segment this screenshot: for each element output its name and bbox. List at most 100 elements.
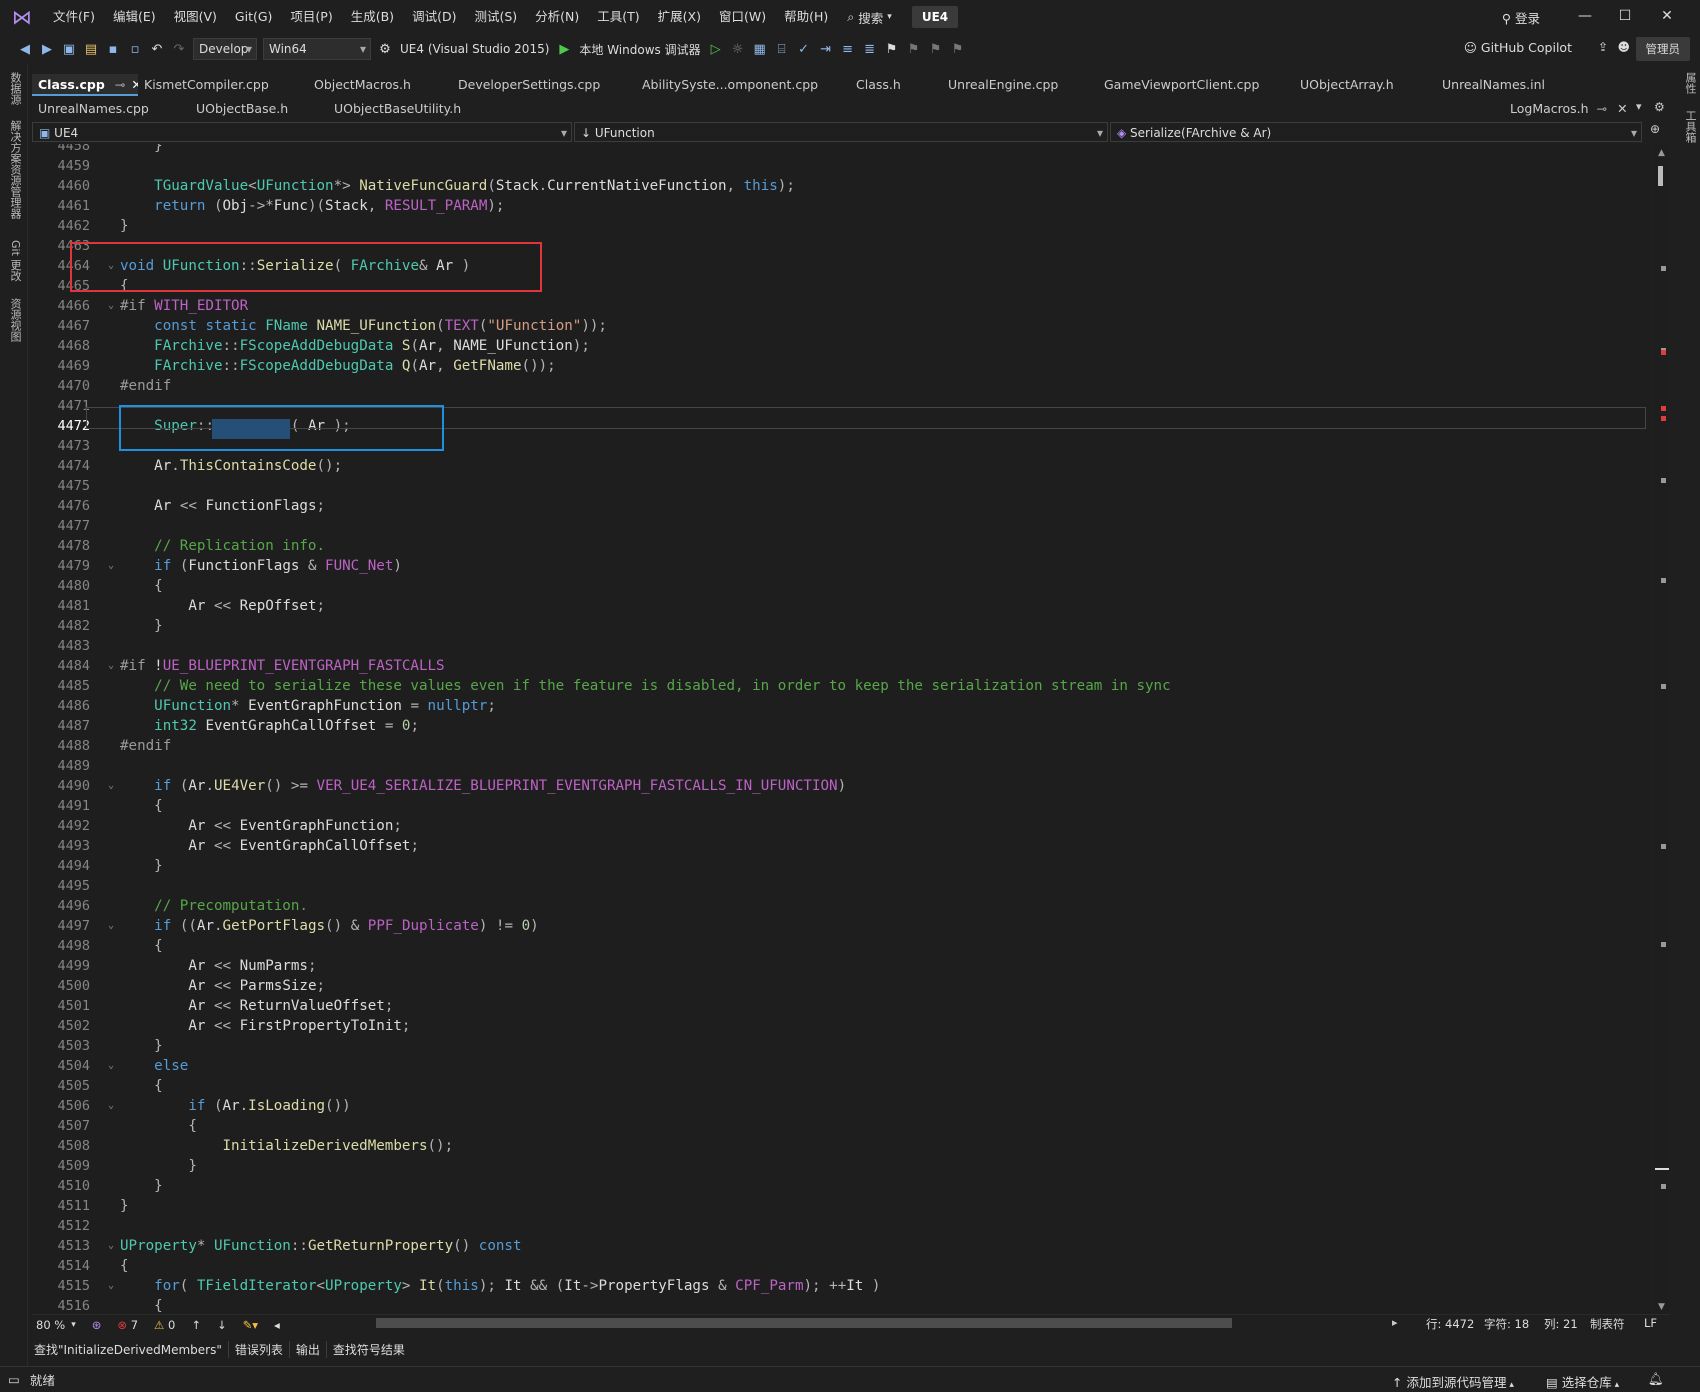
code-line[interactable]: 4482 } bbox=[32, 616, 1642, 636]
code-line[interactable]: 4488 #endif bbox=[32, 736, 1642, 756]
solution-name-badge[interactable]: UE4 bbox=[911, 6, 959, 28]
solution-explorer-icon[interactable]: ▦ bbox=[750, 42, 770, 57]
code-editor[interactable]: 4458 } 4459 4460 TGuardValue<UFunction*> N… bbox=[32, 144, 1650, 1314]
menu-item[interactable]: 视图(V) bbox=[165, 0, 226, 34]
side-tab-data-sources[interactable]: 数据源 bbox=[7, 72, 23, 105]
tab-unrealengine-cpp[interactable]: UnrealEngine.cpp bbox=[942, 74, 1098, 96]
find-icon[interactable]: ⌸ bbox=[772, 42, 792, 57]
tab-class-h[interactable]: Class.h bbox=[850, 74, 942, 96]
scroll-up-icon[interactable]: ▲ bbox=[1658, 148, 1665, 158]
menu-item[interactable]: 测试(S) bbox=[465, 0, 526, 34]
code-line[interactable]: 4468 FArchive::FScopeAddDebugData S(Ar, … bbox=[32, 336, 1642, 356]
configuration-dropdown[interactable]: Develop bbox=[193, 38, 257, 60]
scroll-right-icon[interactable]: ▸ bbox=[1392, 1316, 1398, 1329]
tab-objectmacros-h[interactable]: ObjectMacros.h bbox=[308, 74, 452, 96]
warning-count[interactable]: ⚠ 0 bbox=[154, 1318, 175, 1332]
clear-bookmarks-icon[interactable]: ⚑ bbox=[948, 42, 968, 57]
project-dropdown[interactable]: ▣ UE4 bbox=[32, 122, 572, 143]
zoom-chevron-icon[interactable]: ▾ bbox=[71, 1320, 76, 1330]
code-line[interactable]: 4476 Ar << FunctionFlags; bbox=[32, 496, 1642, 516]
code-line[interactable]: 4480 { bbox=[32, 576, 1642, 596]
code-line[interactable]: 4478 // Replication info. bbox=[32, 536, 1642, 556]
code-line[interactable]: 4460 TGuardValue<UFunction*> NativeFuncG… bbox=[32, 176, 1642, 196]
fold-chevron-icon[interactable]: ⌄ bbox=[108, 656, 114, 676]
bookmark-icon[interactable]: ⚑ bbox=[882, 42, 902, 57]
code-line[interactable]: 4490 ⌄ if (Ar.UE4Ver() >= VER_UE4_SERIALI… bbox=[32, 776, 1642, 796]
code-line[interactable]: 4514 { bbox=[32, 1256, 1642, 1276]
menu-item[interactable]: 编辑(E) bbox=[104, 0, 165, 34]
spellcheck-icon[interactable]: ✓ bbox=[794, 42, 814, 57]
code-line[interactable]: 4513 ⌄ UProperty* UFunction::GetReturnProp… bbox=[32, 1236, 1642, 1256]
menu-item[interactable]: 调试(D) bbox=[403, 0, 465, 34]
scroll-down-icon[interactable]: ▼ bbox=[1658, 1302, 1665, 1312]
next-bookmark-icon[interactable]: ⚑ bbox=[926, 42, 946, 57]
fold-chevron-icon[interactable]: ⌄ bbox=[108, 776, 114, 796]
new-project-icon[interactable]: ▣ bbox=[59, 42, 79, 57]
health-icon[interactable]: ⊛ bbox=[92, 1318, 102, 1332]
tab-find-symbol-results[interactable]: 查找符号结果 bbox=[327, 1341, 411, 1358]
menu-item[interactable]: 文件(F) bbox=[44, 0, 104, 34]
tab-output[interactable]: 输出 bbox=[290, 1340, 327, 1358]
code-line[interactable]: 4499 Ar << NumParms; bbox=[32, 956, 1642, 976]
code-line[interactable]: 4494 } bbox=[32, 856, 1642, 876]
code-line[interactable]: 4459 bbox=[32, 156, 1642, 176]
pin-icon[interactable]: ⊸ bbox=[115, 77, 125, 92]
fold-chevron-icon[interactable]: ⌄ bbox=[108, 1276, 114, 1296]
tab-gameviewportclient-cpp[interactable]: GameViewportClient.cpp bbox=[1098, 74, 1294, 96]
search-box[interactable]: ⌕ 搜索 ▾ bbox=[837, 8, 902, 27]
code-line[interactable]: 4506 ⌄ if (Ar.IsLoading()) bbox=[32, 1096, 1642, 1116]
comment-icon[interactable]: ≡ bbox=[838, 42, 858, 57]
code-line[interactable]: 4483 bbox=[32, 636, 1642, 656]
scope-dropdown[interactable]: ↓ UFunction bbox=[574, 122, 1108, 143]
code-line[interactable]: 4503 } bbox=[32, 1036, 1642, 1056]
tab-unrealnames-cpp[interactable]: UnrealNames.cpp bbox=[32, 98, 190, 120]
code-line[interactable]: 4470 #endif bbox=[32, 376, 1642, 396]
fold-chevron-icon[interactable]: ⌄ bbox=[108, 1096, 114, 1116]
start-debugger-button[interactable]: 本地 Windows 调试器 bbox=[579, 41, 700, 58]
code-line[interactable]: 4491 { bbox=[32, 796, 1642, 816]
tab-uobjectarray-h[interactable]: UObjectArray.h bbox=[1294, 74, 1436, 96]
github-copilot-button[interactable]: ☺ GitHub Copilot bbox=[1464, 40, 1572, 55]
code-line[interactable]: 4466 ⌄ #if WITH_EDITOR bbox=[32, 296, 1642, 316]
error-count[interactable]: ⊗ 7 bbox=[117, 1318, 138, 1332]
code-line[interactable]: 4484 ⌄ #if !UE_BLUEPRINT_EVENTGRAPH_FASTCA… bbox=[32, 656, 1642, 676]
line-number-status[interactable]: 行: 4472 bbox=[1426, 1316, 1474, 1332]
tab-developersettings-cpp[interactable]: DeveloperSettings.cpp bbox=[452, 74, 636, 96]
settings-icon[interactable]: ⚙ bbox=[1654, 100, 1665, 114]
fold-chevron-icon[interactable]: ⌄ bbox=[108, 916, 114, 936]
pin-icon[interactable]: ⊸ bbox=[1597, 101, 1607, 116]
prev-bookmark-icon[interactable]: ⚑ bbox=[904, 42, 924, 57]
side-tab-resource-view[interactable]: 资源视图 bbox=[7, 298, 23, 342]
tab-find-results[interactable]: 查找"InitializeDerivedMembers" bbox=[28, 1340, 229, 1358]
code-line[interactable]: 4485 // We need to serialize these value… bbox=[32, 676, 1642, 696]
save-icon[interactable]: ▪ bbox=[103, 42, 123, 57]
code-line[interactable]: 4504 ⌄ else bbox=[32, 1056, 1642, 1076]
output-icon[interactable]: ▭ bbox=[8, 1372, 20, 1387]
back-icon[interactable]: ◀ bbox=[15, 42, 35, 57]
menu-item[interactable]: Git(G) bbox=[226, 0, 282, 34]
member-dropdown[interactable]: ◈ Serialize(FArchive & Ar) bbox=[1110, 122, 1642, 143]
tab-logmacros-h[interactable]: LogMacros.h ⊸ ✕ bbox=[1510, 98, 1628, 120]
char-number-status[interactable]: 字符: 18 bbox=[1484, 1316, 1529, 1332]
code-line[interactable]: 4509 } bbox=[32, 1156, 1642, 1176]
side-tab-solution-explorer[interactable]: 解决方案资源管理器 bbox=[7, 120, 23, 219]
code-line[interactable]: 4462} bbox=[32, 216, 1642, 236]
code-line[interactable]: 4489 bbox=[32, 756, 1642, 776]
code-line[interactable]: 4502 Ar << FirstPropertyToInit; bbox=[32, 1016, 1642, 1036]
line-ending-status[interactable]: LF bbox=[1644, 1316, 1657, 1330]
open-folder-icon[interactable]: ▤ bbox=[81, 42, 101, 57]
play-icon[interactable]: ▶ bbox=[554, 42, 574, 57]
startup-project-dropdown[interactable]: UE4 (Visual Studio 2015) bbox=[400, 42, 549, 56]
tab-kismetcompiler-cpp[interactable]: KismetCompiler.cpp bbox=[138, 74, 308, 96]
step-icon[interactable]: ⇥ bbox=[816, 42, 836, 57]
forward-icon[interactable]: ▶ bbox=[37, 42, 57, 57]
hot-reload-icon[interactable]: ☼ bbox=[728, 42, 748, 57]
share-icon[interactable]: ⇪ bbox=[1598, 40, 1608, 54]
maximize-icon[interactable]: ☐ bbox=[1610, 8, 1640, 24]
visual-studio-logo-icon[interactable]: ⋈ bbox=[10, 5, 34, 29]
code-line[interactable]: 4475 bbox=[32, 476, 1642, 496]
tab-uobjectbase-h[interactable]: UObjectBase.h bbox=[190, 98, 328, 120]
code-line[interactable]: 4505 { bbox=[32, 1076, 1642, 1096]
code-line[interactable]: 4486 UFunction* EventGraphFunction = nul… bbox=[32, 696, 1642, 716]
horizontal-scrollbar-thumb[interactable] bbox=[376, 1318, 1232, 1328]
